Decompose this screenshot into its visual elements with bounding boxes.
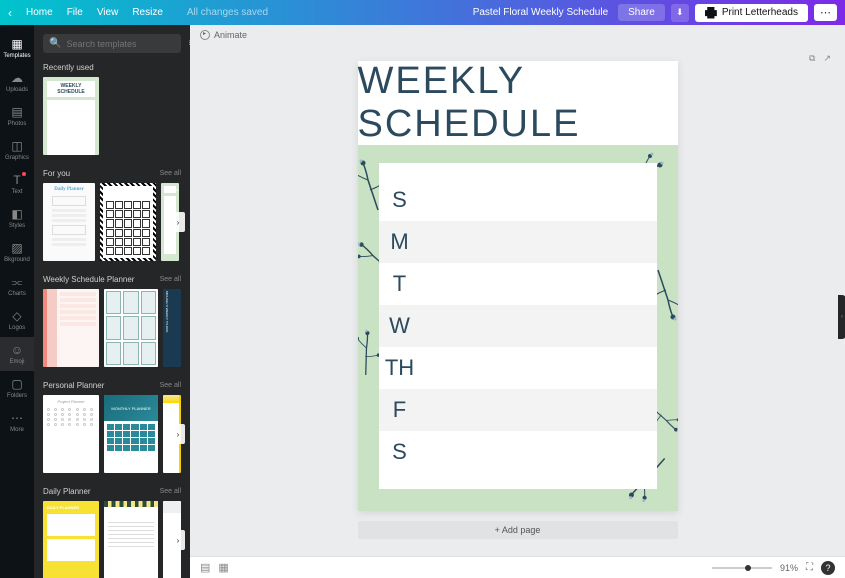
rail-text[interactable]: TText: [0, 167, 34, 201]
charts-icon: ⫗: [10, 275, 24, 289]
template-wsp-pink[interactable]: [43, 289, 99, 367]
more-button[interactable]: ⋯: [814, 4, 837, 21]
rail-templates[interactable]: ▦Templates: [0, 31, 34, 65]
logos-icon: ◇: [10, 309, 24, 323]
rail-uploads[interactable]: ☁Uploads: [0, 65, 34, 99]
share-button[interactable]: Share: [618, 4, 665, 21]
seeall-wsp[interactable]: See all: [160, 276, 181, 283]
template-pp-project[interactable]: Project Planner: [43, 395, 99, 473]
section-recently-used: Recently used: [43, 63, 181, 72]
more-icon: ⋯: [10, 411, 24, 425]
seeall-dp[interactable]: See all: [160, 488, 181, 495]
day-row-tue[interactable]: T: [379, 263, 657, 305]
photos-icon: ▤: [10, 105, 24, 119]
search-input[interactable]: [66, 39, 183, 49]
day-row-thu[interactable]: TH: [379, 347, 657, 389]
print-button[interactable]: Print Letterheads: [695, 4, 808, 22]
top-menubar: ‹ Home File View Resize All changes save…: [0, 0, 845, 25]
download-icon[interactable]: ⬇: [671, 4, 689, 22]
help-button[interactable]: ?: [821, 561, 835, 575]
add-page-button[interactable]: + Add page: [358, 521, 678, 539]
menu-file[interactable]: File: [67, 7, 83, 18]
day-row-sat[interactable]: S: [379, 431, 657, 473]
animate-button[interactable]: Animate: [200, 30, 247, 40]
back-icon[interactable]: ‹: [8, 6, 12, 20]
carousel-next-pp[interactable]: ›: [171, 424, 185, 444]
carousel-next-foryou[interactable]: ›: [171, 212, 185, 232]
duplicate-page-icon[interactable]: ⧉: [809, 53, 815, 64]
rail-emoji[interactable]: ☺Emoji: [0, 337, 34, 371]
fullscreen-icon[interactable]: ⛶: [806, 562, 813, 573]
section-pp: Personal PlannerSee all: [43, 381, 181, 390]
rail-logos[interactable]: ◇Logos: [0, 303, 34, 337]
rail-folders[interactable]: ▢Folders: [0, 371, 34, 405]
day-row-wed[interactable]: W: [379, 305, 657, 347]
folders-icon: ▢: [10, 377, 24, 391]
menu-home[interactable]: Home: [26, 7, 53, 18]
document-name[interactable]: Pastel Floral Weekly Schedule: [473, 7, 608, 18]
panel-collapse-button[interactable]: ‹: [838, 295, 845, 339]
background-icon: ▨: [10, 241, 24, 255]
schedule-table[interactable]: S M T W TH F S: [379, 163, 657, 489]
rail-background[interactable]: ▨Bkground: [0, 235, 34, 269]
day-row-sun[interactable]: S: [379, 179, 657, 221]
templates-panel: 🔍 ≡ Recently used WEEKLY SCHEDULE For yo…: [34, 25, 190, 578]
template-recent-weekly[interactable]: WEEKLY SCHEDULE: [43, 77, 99, 155]
day-row-fri[interactable]: F: [379, 389, 657, 431]
rail-graphics[interactable]: ◫Graphics: [0, 133, 34, 167]
section-dp: Daily PlannerSee all: [43, 487, 181, 496]
page-external-icon[interactable]: ↗: [823, 53, 831, 64]
template-wsp-michaels[interactable]: MICHAEL'S WEEKLY TO-DOS: [163, 289, 181, 367]
menu-view[interactable]: View: [97, 7, 119, 18]
canvas-area: ‹ Animate ⧉ ↗ Weekly Schedule: [190, 25, 845, 578]
grid-view-icon[interactable]: ▦: [218, 561, 228, 574]
emoji-icon: ☺: [10, 343, 24, 357]
status-bar: ▤ ▦ 91% ⛶ ?: [190, 556, 845, 578]
page-title-text[interactable]: Weekly Schedule: [358, 60, 678, 146]
section-for-you: For youSee all: [43, 169, 181, 178]
seeall-pp[interactable]: See all: [160, 382, 181, 389]
template-pp-monthly[interactable]: MONTHLY PLANNER: [104, 395, 158, 473]
play-icon: [200, 30, 210, 40]
search-icon: 🔍: [49, 38, 61, 49]
search-container: 🔍 ≡: [43, 34, 181, 53]
zoom-slider[interactable]: [712, 567, 772, 569]
template-workout-schedule[interactable]: WORKOUT SCHEDULE: [100, 183, 156, 261]
rail-photos[interactable]: ▤Photos: [0, 99, 34, 133]
menu-resize[interactable]: Resize: [132, 7, 163, 18]
graphics-icon: ◫: [10, 139, 24, 153]
text-icon: T: [10, 173, 24, 187]
rail-more[interactable]: ⋯More: [0, 405, 34, 439]
template-dp-yellow[interactable]: DAILY PLANNER: [43, 501, 99, 578]
left-icon-rail: ▦Templates ☁Uploads ▤Photos ◫Graphics TT…: [0, 25, 34, 578]
template-dp-ruleday[interactable]: RULE THE DAY: [104, 501, 158, 578]
templates-icon: ▦: [10, 37, 24, 51]
uploads-icon: ☁: [10, 71, 24, 85]
day-row-mon[interactable]: M: [379, 221, 657, 263]
rail-charts[interactable]: ⫗Charts: [0, 269, 34, 303]
seeall-foryou[interactable]: See all: [160, 170, 181, 177]
template-wsp-grid[interactable]: [104, 289, 158, 367]
template-daily-planner[interactable]: Daily Planner: [43, 183, 95, 261]
notes-icon[interactable]: ▤: [200, 561, 210, 574]
section-wsp: Weekly Schedule PlannerSee all: [43, 275, 181, 284]
zoom-value[interactable]: 91%: [780, 563, 798, 573]
design-page[interactable]: Weekly Schedule: [358, 61, 678, 511]
rail-styles[interactable]: ◧Styles: [0, 201, 34, 235]
save-status: All changes saved: [187, 7, 268, 18]
printer-icon: [705, 7, 717, 19]
carousel-next-dp[interactable]: ›: [171, 530, 185, 550]
styles-icon: ◧: [10, 207, 24, 221]
